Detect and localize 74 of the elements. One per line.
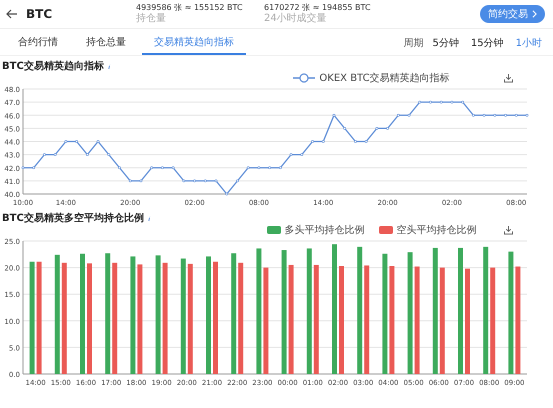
data-point	[482, 114, 486, 117]
period-option[interactable]: 5分钟	[428, 36, 464, 50]
data-point	[43, 153, 46, 156]
tab[interactable]: 持仓总量	[74, 31, 138, 55]
data-point	[161, 166, 164, 170]
data-point	[22, 166, 24, 170]
chevron-right-icon	[532, 10, 537, 18]
data-point	[225, 192, 228, 196]
period-label: 周期	[404, 36, 424, 50]
data-point	[408, 114, 410, 117]
data-point	[118, 166, 121, 170]
legend-label[interactable]: 空头平均持仓比例	[396, 223, 476, 237]
legend-label[interactable]: 多头平均持仓比例	[284, 223, 364, 237]
stat-value: 6170272 张 ≈ 194855 BTC	[264, 4, 372, 12]
data-point	[418, 100, 422, 104]
data-point	[526, 114, 528, 117]
data-point	[322, 140, 325, 143]
info-icon[interactable]	[146, 214, 152, 222]
legend-swatch[interactable]	[378, 226, 392, 234]
data-point	[290, 153, 292, 156]
data-point	[204, 179, 207, 182]
data-point	[343, 126, 346, 130]
stat-value: 4939586 张 ≈ 155152 BTC	[136, 4, 244, 12]
back-arrow-icon[interactable]	[6, 9, 18, 19]
period-option[interactable]: 15分钟	[466, 36, 509, 50]
data-point	[332, 114, 336, 117]
data-point	[268, 166, 272, 170]
data-point	[64, 140, 68, 143]
data-point	[514, 114, 518, 117]
data-point	[182, 179, 186, 182]
data-point	[236, 179, 239, 182]
data-point	[472, 114, 475, 117]
data-point	[172, 166, 175, 170]
tab[interactable]: 交易精英趋向指标	[142, 31, 246, 55]
data-point	[504, 114, 507, 117]
data-point	[75, 140, 78, 143]
data-point	[440, 100, 443, 104]
data-point	[493, 114, 496, 117]
data-point	[128, 179, 132, 182]
tab[interactable]: 合约行情	[6, 31, 70, 55]
data-point	[461, 100, 464, 104]
data-point	[96, 140, 100, 143]
data-point	[278, 166, 282, 170]
download-icon[interactable]	[504, 226, 513, 235]
legend-line-marker[interactable]	[293, 73, 316, 83]
legend-swatch[interactable]	[266, 226, 280, 234]
data-point	[386, 126, 389, 130]
data-point	[32, 166, 36, 170]
period-option[interactable]: 1小时	[510, 36, 547, 50]
stat-label: 24小时成交量	[264, 12, 328, 24]
stat-label: 持仓量	[136, 12, 167, 24]
data-point	[450, 100, 454, 104]
download-icon[interactable]	[504, 74, 513, 83]
data-point	[150, 166, 154, 170]
data-point	[311, 140, 314, 143]
info-icon[interactable]	[106, 62, 112, 70]
data-point	[107, 153, 110, 156]
chart-title: BTC交易精英多空平均持仓比例	[2, 211, 144, 225]
legend-label[interactable]: OKEX BTC交易精英趋向指标	[319, 71, 450, 85]
data-point	[246, 166, 250, 170]
data-point	[354, 140, 357, 143]
data-point	[140, 179, 142, 182]
page-title: BTC	[26, 7, 54, 21]
data-point	[193, 179, 196, 182]
data-point	[364, 140, 368, 143]
data-point	[429, 100, 432, 104]
data-point	[54, 153, 57, 156]
data-point	[375, 126, 378, 130]
data-point	[214, 179, 218, 182]
data-point	[396, 114, 400, 117]
chart-title: BTC交易精英趋向指标	[2, 59, 104, 73]
data-point	[300, 153, 304, 156]
data-point	[258, 166, 260, 170]
data-point	[86, 153, 89, 156]
